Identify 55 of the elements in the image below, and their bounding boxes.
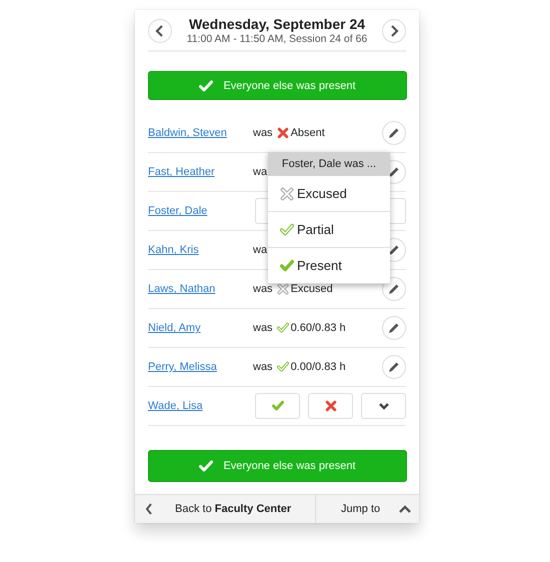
caret-down-icon [378,401,390,411]
status-text: 0.00/0.83 h [290,361,346,373]
check-icon [199,80,214,92]
check-icon [280,258,294,272]
edit-button[interactable] [382,316,406,340]
caret-up-icon [399,505,411,513]
student-link[interactable]: Wade, Lisa [148,400,251,412]
status-label: was [253,283,273,295]
check-icon [276,361,289,373]
mark-present-button[interactable]: Everyone else was present [148,450,407,482]
student-link[interactable]: Fast, Heather [148,166,253,178]
more-button[interactable] [361,393,406,419]
menu-item[interactable]: Present [268,248,390,284]
next-button[interactable] [382,18,406,42]
chevron-right-icon [389,24,399,36]
mark-present-button[interactable]: Everyone else was present [148,71,407,100]
status-label: wa [253,166,268,178]
check-icon [199,460,214,472]
pencil-icon [388,322,400,334]
edit-button[interactable] [382,277,406,301]
check-icon [280,222,294,236]
edit-button[interactable] [382,121,406,145]
chevron-left-icon [155,24,165,36]
status-label: wa [253,244,268,256]
pencil-icon [388,127,400,139]
status-text: Absent [290,127,325,139]
status-label: was [253,322,273,334]
chevron-left-icon [145,503,153,515]
status-text: Excused [290,283,333,295]
check-icon [276,322,289,334]
x-icon [276,127,289,139]
status-text: 0.60/0.83 h [290,322,346,334]
session-subtitle: 11:00 AM - 11:50 AM, Session 24 of 66 [186,33,368,45]
absent-button[interactable] [308,393,353,419]
pencil-icon [388,361,400,373]
menu-item[interactable]: Excused [268,176,390,212]
student-link[interactable]: Nield, Amy [148,322,253,334]
student-link[interactable]: Foster, Dale [148,205,251,217]
status-label: was [253,361,273,373]
pencil-icon [388,283,400,295]
student-link[interactable]: Baldwin, Steven [148,127,253,139]
date-title: Wednesday, September 24 [188,16,366,32]
pencil-icon [388,166,400,178]
check-icon [272,400,284,412]
status-label: was [253,127,273,139]
student-link[interactable]: Perry, Melissa [148,361,253,373]
menu-item[interactable]: Partial [268,212,390,248]
student-link[interactable]: Laws, Nathan [148,283,253,295]
menu-title: Foster, Dale was ... [268,152,390,176]
student-link[interactable]: Kahn, Kris [148,244,253,256]
x-icon [324,400,336,412]
x-icon [280,186,294,200]
pencil-icon [388,244,400,256]
previous-button[interactable] [148,18,172,42]
edit-button[interactable] [382,355,406,379]
